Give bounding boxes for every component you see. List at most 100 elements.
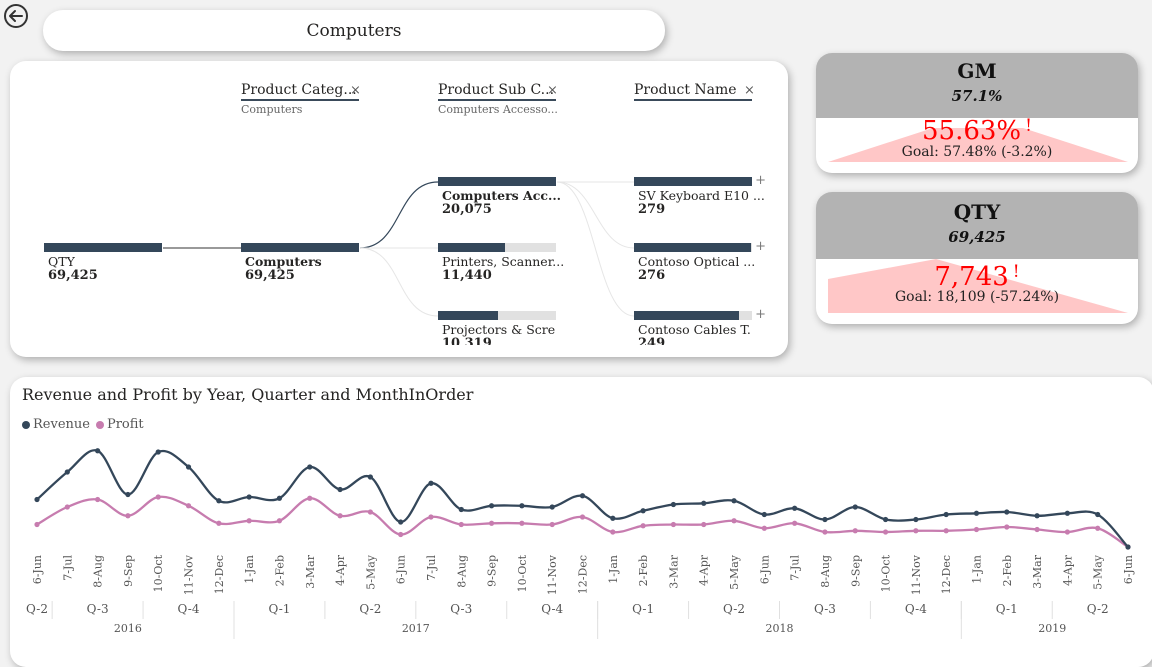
profit-point[interactable] [34,521,40,528]
remove-level-icon[interactable]: × [547,83,558,98]
profit-point[interactable] [398,531,404,538]
profit-point[interactable] [125,513,131,519]
x-tick-label: 2-Feb [273,555,286,586]
profit-point[interactable] [458,521,464,528]
revenue-point[interactable] [610,515,616,521]
profit-point[interactable] [973,526,980,533]
revenue-point[interactable] [276,495,283,501]
profit-point[interactable] [155,494,161,500]
profit-point[interactable] [276,518,283,524]
profit-point[interactable] [913,528,919,534]
revenue-point[interactable] [943,511,949,518]
revenue-point[interactable] [913,516,919,523]
tree-node-subcategory[interactable]: Projectors & Scre... 10,319 [438,311,556,345]
revenue-point[interactable] [246,494,252,500]
tree-node-category[interactable]: Computers 69,425 [241,243,359,282]
profit-point[interactable] [64,504,70,510]
profit-point[interactable] [246,518,252,524]
revenue-point[interactable] [337,486,343,493]
quarter-label: Q-2 [723,602,745,616]
expand-plus-icon[interactable]: + [755,307,766,322]
revenue-point[interactable] [216,498,222,504]
remove-level-icon[interactable]: × [350,83,361,98]
profit-point[interactable] [943,528,949,534]
revenue-point[interactable] [367,474,373,480]
revenue-point[interactable] [155,449,161,455]
profit-point[interactable] [792,520,798,526]
revenue-point[interactable] [398,519,404,525]
profit-point[interactable] [610,529,616,535]
revenue-point[interactable] [640,508,646,514]
revenue-point[interactable] [1004,509,1010,515]
profit-point[interactable] [488,520,495,526]
tree-node-root[interactable]: QTY 69,425 [44,243,162,282]
remove-level-icon[interactable]: × [744,83,755,98]
profit-point[interactable] [701,521,707,528]
profit-point[interactable] [882,529,889,535]
revenue-point[interactable] [307,464,313,470]
profit-point[interactable] [185,503,192,509]
revenue-point[interactable] [701,500,707,506]
revenue-point[interactable] [519,503,525,509]
x-tick-label: 7-Jul [61,555,74,581]
node-value: 10,319 [442,336,492,345]
profit-point[interactable] [670,521,677,528]
revenue-point[interactable] [1125,544,1131,550]
profit-point[interactable] [1064,529,1070,535]
profit-point[interactable] [216,520,222,526]
expand-plus-icon[interactable]: + [755,173,766,188]
profit-point[interactable] [1004,524,1010,530]
revenue-point[interactable] [670,501,677,508]
tree-node-product[interactable]: + SV Keyboard E10 ... 279 [634,173,766,216]
kpi-card-qty: QTY 69,425 7,743! Goal: 18,109 (-57.24%) [816,192,1138,324]
profit-point[interactable] [307,495,313,501]
revenue-point[interactable] [458,506,464,513]
revenue-point[interactable] [1064,510,1070,516]
kpi-title: GM [957,59,997,83]
profit-point[interactable] [822,529,828,535]
profit-point[interactable] [640,523,646,529]
x-tick-label: 3-Mar [1031,554,1044,589]
profit-point[interactable] [337,513,343,519]
revenue-point[interactable] [125,491,131,498]
revenue-point[interactable] [1034,513,1040,519]
quarter-label: Q-1 [632,602,654,616]
page-title-text: Computers [306,20,402,41]
revenue-point[interactable] [95,448,101,454]
revenue-point[interactable] [792,505,798,511]
level-selected-category: Computers [241,103,303,116]
tree-node-subcategory[interactable]: Printers, Scanner... 11,440 [438,243,564,282]
back-arrow-icon[interactable] [3,3,29,29]
revenue-point[interactable] [882,516,889,523]
profit-point[interactable] [428,514,434,520]
x-tick-label: 7-Jul [789,555,802,581]
year-label: 2018 [765,622,793,635]
profit-point[interactable] [579,514,586,520]
revenue-point[interactable] [852,504,858,510]
profit-point[interactable] [731,518,737,524]
revenue-point[interactable] [64,469,70,475]
revenue-point[interactable] [973,510,980,516]
revenue-point[interactable] [579,493,586,499]
profit-point[interactable] [1095,525,1101,531]
tree-node-subcategory[interactable]: Computers Acc... 20,075 [438,177,561,216]
revenue-point[interactable] [1095,511,1101,518]
tree-node-product[interactable]: + Contoso Cables T... 249 [634,307,766,345]
profit-point[interactable] [852,528,858,534]
profit-point[interactable] [367,509,373,515]
profit-point[interactable] [549,521,555,528]
revenue-point[interactable] [822,516,828,523]
revenue-point[interactable] [731,498,737,504]
profit-point[interactable] [519,520,525,526]
revenue-point[interactable] [428,480,434,486]
revenue-point[interactable] [761,511,767,518]
revenue-point[interactable] [34,496,40,503]
revenue-point[interactable] [549,504,555,510]
profit-point[interactable] [761,525,767,531]
tree-node-product[interactable]: + Contoso Optical ... 276 [634,239,766,282]
revenue-point[interactable] [185,464,192,470]
profit-point[interactable] [95,496,101,503]
expand-plus-icon[interactable]: + [755,239,766,254]
profit-point[interactable] [1034,526,1040,533]
revenue-point[interactable] [488,503,495,509]
